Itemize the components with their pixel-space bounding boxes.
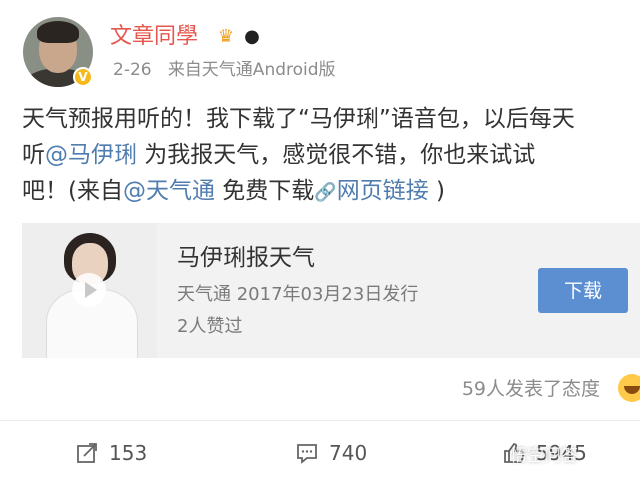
- panda-icon: ●: [244, 26, 260, 47]
- comment-icon: [297, 444, 317, 464]
- card-subtitle: 天气通 2017年03月23日发行: [177, 284, 419, 305]
- post-text-fragment: 免费下载: [214, 178, 315, 204]
- repost-button[interactable]: 153: [75, 438, 147, 468]
- post-body: 天气预报用听的！我下载了“马伊琍”语音包，以后每天 听@马伊琍 为我报天气，感觉…: [22, 101, 638, 211]
- card-likes: 2人赞过: [177, 316, 243, 337]
- post-meta: 2-26 来自天气通Android版: [113, 58, 336, 82]
- card-thumbnail[interactable]: [22, 223, 157, 358]
- verified-badge-icon: V: [73, 67, 93, 87]
- post-text-fragment: 为我报天气，感觉很不错，你也来试试: [137, 142, 536, 168]
- post-line-3: 吧！(来自@天气通 免费下载🔗网页链接 ): [22, 173, 638, 211]
- repost-icon: [77, 443, 97, 463]
- mention-link[interactable]: @马伊琍: [45, 142, 137, 168]
- media-card[interactable]: 马伊琍报天气 天气通 2017年03月23日发行 2人赞过 下载: [22, 223, 640, 358]
- web-link[interactable]: 网页链接: [337, 178, 429, 204]
- username[interactable]: 文章同學: [110, 22, 198, 52]
- post-text-fragment: 吧！(来自: [22, 178, 123, 204]
- source: 来自天气通Android版: [167, 60, 336, 80]
- divider: [0, 420, 640, 421]
- mention-link[interactable]: @天气通: [123, 178, 215, 204]
- post-text-fragment: 听: [22, 142, 45, 168]
- watermark: 悟空问答: [510, 446, 578, 466]
- play-icon[interactable]: [72, 273, 106, 307]
- post-line-2: 听@马伊琍 为我报天气，感觉很不错，你也来试试: [22, 137, 638, 173]
- link-icon[interactable]: 🔗: [314, 182, 336, 203]
- crown-icon: ♛: [217, 26, 235, 47]
- card-title[interactable]: 马伊琍报天气: [177, 243, 315, 273]
- avatar-hair-shape: [37, 21, 79, 43]
- comment-button[interactable]: 740: [295, 438, 367, 468]
- post-text-fragment: ): [428, 178, 446, 204]
- post-line-1: 天气预报用听的！我下载了“马伊琍”语音包，以后每天: [22, 106, 575, 132]
- comment-count: 740: [329, 441, 368, 465]
- timestamp: 2-26: [113, 60, 152, 80]
- attitude-count[interactable]: 59人发表了态度: [462, 376, 600, 402]
- repost-count: 153: [109, 441, 148, 465]
- download-button[interactable]: 下载: [538, 268, 628, 313]
- grin-emoji-icon: [618, 374, 640, 402]
